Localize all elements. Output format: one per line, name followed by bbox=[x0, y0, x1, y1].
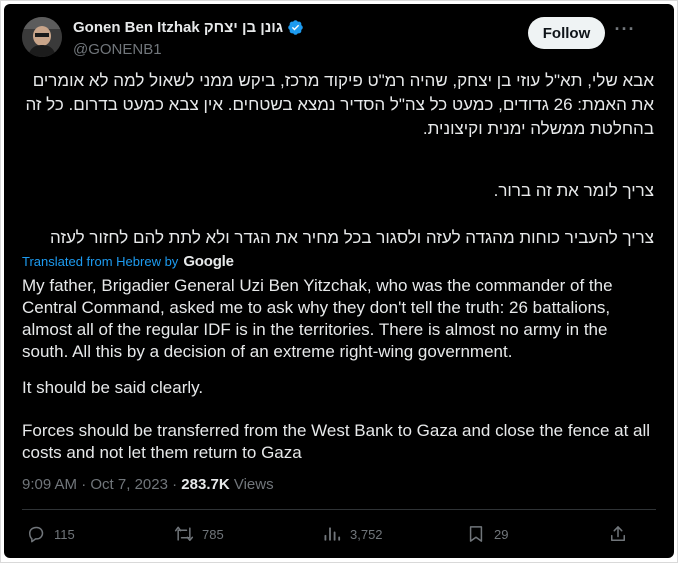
english-paragraph-3: Forces should be transferred from the We… bbox=[22, 421, 651, 462]
reply-button[interactable]: 115 bbox=[26, 524, 75, 544]
hebrew-paragraph-2: צריך לומר את זה ברור. bbox=[493, 181, 654, 200]
author-name[interactable]: Gonen Ben Itzhak גונן בן יצחק bbox=[73, 19, 283, 36]
author-name-row: Gonen Ben Itzhak גונן בן יצחק bbox=[73, 19, 304, 36]
more-icon[interactable]: ··· bbox=[614, 20, 636, 44]
meta-separator: · bbox=[172, 476, 178, 493]
views-icon bbox=[324, 527, 341, 541]
repost-icon bbox=[174, 526, 194, 541]
post-date[interactable]: Oct 7, 2023 bbox=[90, 476, 168, 493]
divider bbox=[22, 509, 656, 510]
views-action-count: 3,752 bbox=[350, 526, 383, 542]
screenshot-frame: Gonen Ben Itzhak גונן בן יצחק @GONENB1 F… bbox=[0, 0, 678, 563]
translator-logo: Google bbox=[183, 253, 234, 270]
share-icon bbox=[611, 526, 625, 541]
repost-count: 785 bbox=[202, 526, 224, 542]
translation-attribution[interactable]: Translated from Hebrew by Google bbox=[22, 253, 234, 270]
share-button[interactable] bbox=[608, 524, 628, 544]
reply-count: 115 bbox=[54, 526, 75, 542]
bookmark-button[interactable]: 29 bbox=[466, 524, 508, 544]
author-handle[interactable]: @GONENB1 bbox=[73, 41, 162, 58]
translated-label: Translated from Hebrew by bbox=[22, 254, 179, 269]
verified-badge-icon bbox=[288, 20, 303, 35]
post-meta: 9:09 AM · Oct 7, 2023 · 283.7K Views bbox=[22, 476, 274, 493]
follow-button[interactable]: Follow bbox=[528, 17, 605, 49]
hebrew-paragraph-1: אבא שלי, תא"ל עוזי בן יצחק, שהיה רמ"ט פי… bbox=[25, 71, 655, 138]
bookmark-count: 29 bbox=[494, 526, 509, 542]
views-label: Views bbox=[233, 476, 274, 493]
post-time[interactable]: 9:09 AM bbox=[22, 476, 77, 493]
repost-button[interactable]: 785 bbox=[174, 524, 224, 544]
hebrew-paragraph-3: צריך להעביר כוחות מהגדה לעזה ולסגור בכל … bbox=[50, 228, 654, 247]
bookmark-icon bbox=[469, 526, 483, 542]
views-button[interactable]: 3,752 bbox=[322, 524, 383, 544]
avatar[interactable] bbox=[22, 17, 62, 57]
views-count: 283.7K bbox=[181, 476, 230, 493]
english-paragraph-2: It should be said clearly. bbox=[22, 378, 204, 397]
reply-icon bbox=[29, 526, 44, 543]
english-paragraph-1: My father, Brigadier General Uzi Ben Yit… bbox=[22, 276, 613, 361]
meta-separator: · bbox=[81, 476, 87, 493]
tweet-card: Gonen Ben Itzhak גונן בן יצחק @GONENB1 F… bbox=[4, 4, 674, 558]
